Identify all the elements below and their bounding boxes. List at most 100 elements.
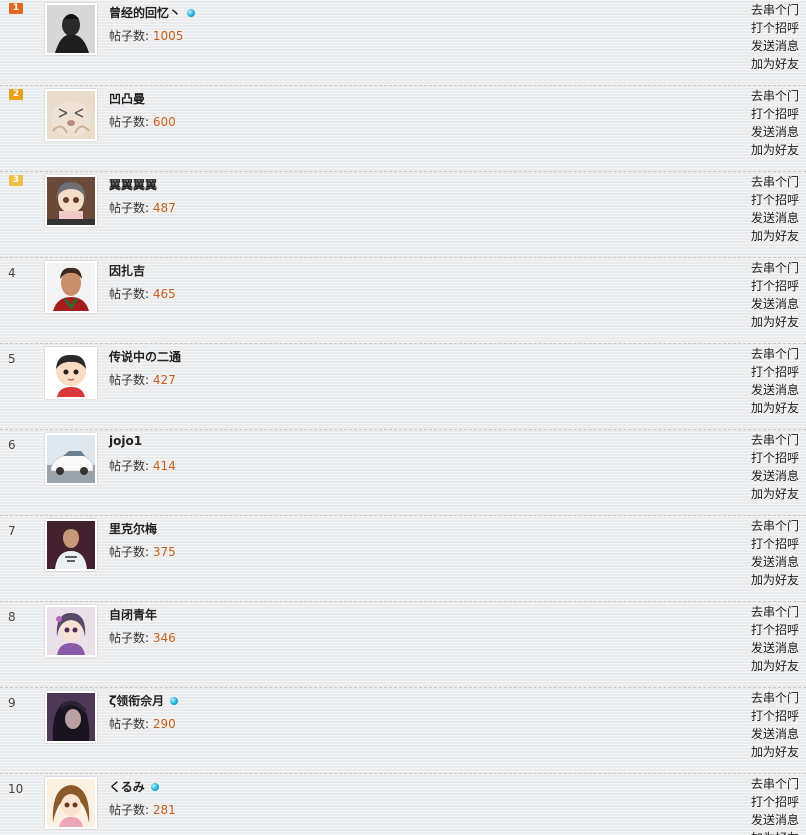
post-count-value: 414 bbox=[152, 459, 176, 473]
post-count: 帖子数: 375 bbox=[109, 543, 176, 560]
post-count-label: 帖子数: bbox=[109, 201, 150, 215]
send-message-button[interactable]: 发送消息 bbox=[751, 209, 799, 227]
username-link[interactable]: 曾经的回忆丶 bbox=[109, 4, 196, 21]
visit-button[interactable]: 去串个门 bbox=[751, 1, 799, 19]
send-message-button[interactable]: 发送消息 bbox=[751, 295, 799, 313]
visit-button[interactable]: 去串个门 bbox=[751, 345, 799, 363]
username-link[interactable]: 里克尔梅 bbox=[109, 520, 157, 537]
greet-button[interactable]: 打个招呼 bbox=[751, 535, 799, 553]
man-portrait-avatar[interactable] bbox=[45, 261, 97, 313]
greet-button[interactable]: 打个招呼 bbox=[751, 449, 799, 467]
rank-number: 10 bbox=[8, 782, 24, 796]
send-message-button[interactable]: 发送消息 bbox=[751, 811, 799, 829]
rank-number: 5 bbox=[8, 352, 16, 366]
cartoon-face-avatar[interactable] bbox=[45, 89, 97, 141]
visit-button[interactable]: 去串个门 bbox=[751, 431, 799, 449]
greet-button[interactable]: 打个招呼 bbox=[751, 277, 799, 295]
username-link[interactable]: くるみ bbox=[109, 778, 159, 795]
add-friend-button[interactable]: 加为好友 bbox=[751, 485, 799, 503]
user-actions: 去串个门打个招呼发送消息加为好友 bbox=[751, 87, 799, 159]
visit-button[interactable]: 去串个门 bbox=[751, 87, 799, 105]
send-message-button[interactable]: 发送消息 bbox=[751, 123, 799, 141]
add-friend-button[interactable]: 加为好友 bbox=[751, 571, 799, 589]
greet-button[interactable]: 打个招呼 bbox=[751, 793, 799, 811]
user-actions: 去串个门打个招呼发送消息加为好友 bbox=[751, 431, 799, 503]
username-text: 因扎吉 bbox=[109, 264, 146, 278]
greet-button[interactable]: 打个招呼 bbox=[751, 191, 799, 209]
username-text: くるみ bbox=[109, 780, 145, 794]
rank-badge: 1 bbox=[9, 3, 23, 14]
post-count-label: 帖子数: bbox=[109, 459, 150, 473]
post-count-value: 290 bbox=[152, 717, 176, 731]
add-friend-button[interactable]: 加为好友 bbox=[751, 657, 799, 675]
add-friend-button[interactable]: 加为好友 bbox=[751, 141, 799, 159]
add-friend-button[interactable]: 加为好友 bbox=[751, 829, 799, 835]
visit-button[interactable]: 去串个门 bbox=[751, 259, 799, 277]
post-count-value: 346 bbox=[152, 631, 176, 645]
post-count-value: 1005 bbox=[152, 29, 184, 43]
visit-button[interactable]: 去串个门 bbox=[751, 689, 799, 707]
rank-badge: 2 bbox=[9, 89, 23, 100]
post-count: 帖子数: 290 bbox=[109, 715, 176, 732]
greet-button[interactable]: 打个招呼 bbox=[751, 707, 799, 725]
post-count: 帖子数: 427 bbox=[109, 371, 176, 388]
user-row: 5 传说中の二通 帖子数: 427 去串个门 打个招呼 发送消息 加为好友 bbox=[0, 344, 806, 430]
visit-button[interactable]: 去串个门 bbox=[751, 603, 799, 621]
send-message-button[interactable]: 发送消息 bbox=[751, 381, 799, 399]
post-count: 帖子数: 414 bbox=[109, 457, 176, 474]
username-link[interactable]: jojo1 bbox=[109, 434, 142, 448]
anime-kurumi-avatar[interactable] bbox=[45, 777, 97, 829]
anime-girl-avatar[interactable] bbox=[45, 175, 97, 227]
add-friend-button[interactable]: 加为好友 bbox=[751, 55, 799, 73]
username-text: 里克尔梅 bbox=[109, 522, 158, 536]
greet-button[interactable]: 打个招呼 bbox=[751, 105, 799, 123]
username-text: 传说中の二通 bbox=[109, 350, 182, 364]
visit-button[interactable]: 去串个门 bbox=[751, 173, 799, 191]
player-photo-avatar[interactable] bbox=[45, 519, 97, 571]
send-message-button[interactable]: 发送消息 bbox=[751, 639, 799, 657]
post-count-label: 帖子数: bbox=[109, 803, 150, 817]
cartoon-boy-avatar[interactable] bbox=[45, 347, 97, 399]
post-count: 帖子数: 281 bbox=[109, 801, 176, 818]
post-count: 帖子数: 600 bbox=[109, 113, 176, 130]
greet-button[interactable]: 打个招呼 bbox=[751, 621, 799, 639]
greet-button[interactable]: 打个招呼 bbox=[751, 19, 799, 37]
user-ranking-list: 1 曾经的回忆丶 帖子数: 1005 去串个门 打个招呼 发送消息 加为好友 2 凹凸曼 帖子数:… bbox=[0, 0, 806, 835]
add-friend-button[interactable]: 加为好友 bbox=[751, 227, 799, 245]
post-count-value: 427 bbox=[152, 373, 176, 387]
visit-button[interactable]: 去串个门 bbox=[751, 775, 799, 793]
user-actions: 去串个门打个招呼发送消息加为好友 bbox=[751, 345, 799, 417]
vip-badge-icon bbox=[187, 8, 196, 17]
add-friend-button[interactable]: 加为好友 bbox=[751, 399, 799, 417]
dark-portrait-avatar[interactable] bbox=[45, 3, 97, 55]
greet-button[interactable]: 打个招呼 bbox=[751, 363, 799, 381]
username-link[interactable]: 传说中の二通 bbox=[109, 348, 181, 365]
send-message-button[interactable]: 发送消息 bbox=[751, 553, 799, 571]
anime-character-avatar[interactable] bbox=[45, 605, 97, 657]
white-car-avatar[interactable] bbox=[45, 433, 97, 485]
visit-button[interactable]: 去串个门 bbox=[751, 517, 799, 535]
username-link[interactable]: ζั领衔佘月 bbox=[109, 692, 179, 711]
add-friend-button[interactable]: 加为好友 bbox=[751, 313, 799, 331]
user-row: 4 因扎吉 帖子数: 465 去串个门 打个招呼 发送消息 加为好友 bbox=[0, 258, 806, 344]
username-link[interactable]: 因扎吉 bbox=[109, 262, 145, 279]
send-message-button[interactable]: 发送消息 bbox=[751, 725, 799, 743]
user-row: 9 ζั领衔佘月 帖子数: 290 去串个门 打个招呼 发送消息 加为好友 bbox=[0, 688, 806, 774]
post-count-value: 465 bbox=[152, 287, 176, 301]
user-actions: 去串个门打个招呼发送消息加为好友 bbox=[751, 259, 799, 331]
rank-number: 4 bbox=[8, 266, 16, 280]
post-count-value: 487 bbox=[152, 201, 176, 215]
dark-hair-avatar[interactable] bbox=[45, 691, 97, 743]
send-message-button[interactable]: 发送消息 bbox=[751, 37, 799, 55]
username-text: 翼翼翼翼 bbox=[109, 178, 158, 192]
add-friend-button[interactable]: 加为好友 bbox=[751, 743, 799, 761]
username-link[interactable]: 翼翼翼翼 bbox=[109, 176, 157, 193]
post-count-value: 375 bbox=[152, 545, 176, 559]
post-count-value: 281 bbox=[152, 803, 176, 817]
send-message-button[interactable]: 发送消息 bbox=[751, 467, 799, 485]
username-link[interactable]: 凹凸曼 bbox=[109, 90, 145, 107]
user-row: 7 里克尔梅 帖子数: 375 去串个门 打个招呼 发送消息 加为好友 bbox=[0, 516, 806, 602]
rank-badge: 3 bbox=[9, 175, 23, 186]
username-link[interactable]: 自闭青年 bbox=[109, 606, 157, 623]
rank-number: 6 bbox=[8, 438, 16, 452]
